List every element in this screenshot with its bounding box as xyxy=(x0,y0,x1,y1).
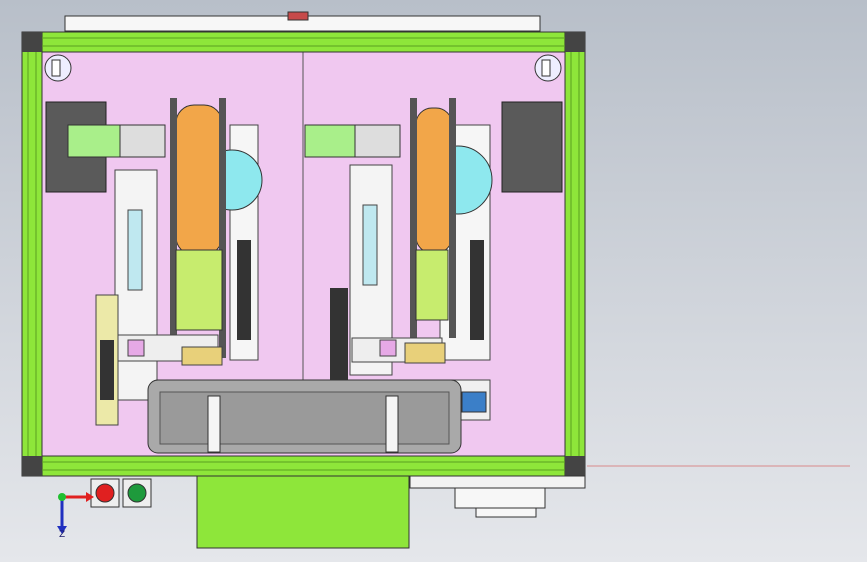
corner-bracket-insert xyxy=(541,59,551,77)
tray-inner xyxy=(159,391,450,445)
valve-manifold-right xyxy=(501,101,563,193)
cylinder-left xyxy=(127,209,143,291)
clamp-jaw-left xyxy=(127,339,145,357)
spool-right xyxy=(415,107,453,254)
side-rail-right xyxy=(330,288,348,380)
frame-bottom-rail xyxy=(21,455,586,477)
gearbox-right xyxy=(354,124,401,158)
frame-left-rail xyxy=(21,31,43,477)
start-icon xyxy=(127,483,147,503)
motor-right xyxy=(304,124,358,158)
corner-joint xyxy=(565,456,585,476)
machine-assembly-top-view[interactable] xyxy=(0,0,867,562)
clamp-block-right xyxy=(404,342,446,364)
tray-strap xyxy=(385,395,399,453)
motor-left xyxy=(67,124,123,158)
output-fixture-tab xyxy=(475,507,537,518)
corner-bracket-insert xyxy=(51,59,61,77)
spool-left xyxy=(175,104,223,256)
corner-joint xyxy=(565,32,585,52)
spool-flange-right xyxy=(449,98,456,338)
axis-origin xyxy=(58,493,66,501)
gearbox-left xyxy=(119,124,166,158)
tray-strap xyxy=(207,395,221,453)
clamp-block-left xyxy=(181,346,223,366)
clamp-jaw-right xyxy=(379,339,397,357)
cylinder-right xyxy=(362,204,378,286)
cassette-left xyxy=(175,249,223,331)
cad-viewport[interactable]: Z xyxy=(0,0,867,562)
rail-right xyxy=(470,240,484,340)
cassette-right xyxy=(415,249,449,321)
rail-left xyxy=(237,240,251,340)
frame-top-rail xyxy=(21,31,586,53)
rail-end-stop xyxy=(461,391,487,413)
axis-label-z: Z xyxy=(59,530,66,540)
electrical-box xyxy=(196,475,410,549)
side-rail-left xyxy=(100,340,114,400)
corner-joint xyxy=(22,456,42,476)
output-fixture-base xyxy=(454,487,546,509)
frame-right-rail xyxy=(564,31,586,477)
output-fixture xyxy=(409,475,586,489)
corner-joint xyxy=(22,32,42,52)
top-handle xyxy=(287,11,309,21)
emergency-stop-icon xyxy=(95,483,115,503)
